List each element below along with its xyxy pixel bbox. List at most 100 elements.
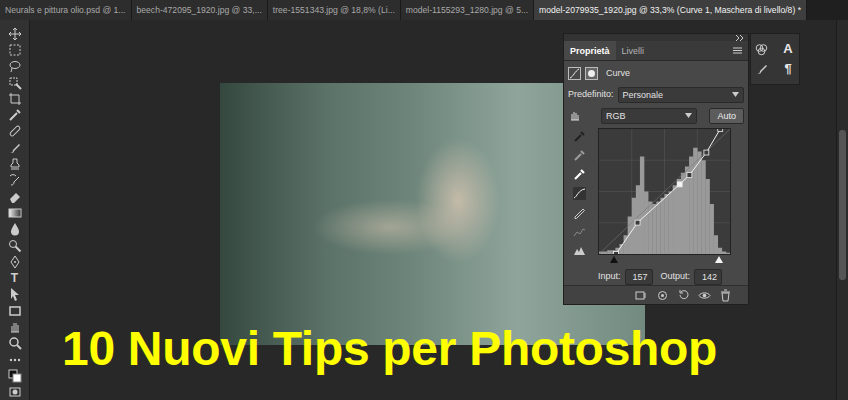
panel-top-bar: [564, 34, 748, 41]
crop-tool[interactable]: [4, 91, 26, 106]
document-tab[interactable]: model-2079935_1920.jpg @ 33,3% (Curve 1,…: [534, 0, 807, 20]
vertical-scrollbar[interactable]: [836, 20, 848, 400]
rectangle-tool[interactable]: [4, 303, 26, 318]
path-select-tool[interactable]: [4, 287, 26, 302]
adjustment-label: Curve: [606, 67, 630, 81]
auto-button[interactable]: Auto: [709, 108, 744, 124]
panel-menu-icon[interactable]: [731, 44, 744, 57]
curve-line[interactable]: [616, 129, 720, 254]
channel-value: RGB: [606, 110, 685, 122]
curve-point[interactable]: [613, 252, 618, 255]
output-field[interactable]: 142: [694, 269, 722, 285]
blur-tool[interactable]: [4, 222, 26, 237]
hand-tool[interactable]: [4, 319, 26, 334]
output-label: Output:: [661, 270, 691, 284]
collapse-icon[interactable]: [735, 35, 744, 41]
pencil-icon[interactable]: [573, 206, 586, 219]
stamp-tool[interactable]: [4, 156, 26, 171]
curve-point[interactable]: [677, 182, 682, 187]
eyedropper-tool-icon: [8, 108, 22, 122]
curve-graph[interactable]: [598, 128, 731, 255]
input-field[interactable]: 157: [625, 269, 653, 285]
histogram-bar: [697, 152, 701, 255]
histogram-bar: [726, 253, 730, 254]
curve-point[interactable]: [687, 173, 692, 178]
histogram-bar: [660, 198, 664, 254]
quick-mask[interactable]: [4, 385, 26, 400]
path-select-tool-icon: [8, 287, 22, 301]
white-point-slider[interactable]: [715, 256, 723, 263]
channel-row: RGB Auto: [568, 107, 744, 124]
pen-tool[interactable]: [4, 254, 26, 269]
quick-mask-icon: [8, 385, 22, 399]
curve-point-tool-icon[interactable]: [573, 187, 586, 200]
document-tab[interactable]: beech-472095_1920.jpg @ 33,...: [132, 0, 268, 20]
white-eyedropper-icon[interactable]: [573, 168, 586, 181]
brush-tool-icon: [8, 141, 22, 155]
view-previous-icon[interactable]: [656, 289, 669, 302]
more-tools[interactable]: [4, 352, 26, 367]
black-eyedropper-icon[interactable]: [573, 130, 586, 143]
curve-point[interactable]: [635, 221, 640, 226]
toolbar: T: [0, 20, 30, 400]
panel-tab[interactable]: Livelli: [616, 41, 651, 60]
clipping-warning-icon[interactable]: [573, 244, 586, 257]
zoom-tool[interactable]: [4, 336, 26, 351]
visibility-icon[interactable]: [698, 289, 711, 302]
document-tab[interactable]: model-1155293_1280.jpg @ 5...: [401, 0, 534, 20]
brush-tool[interactable]: [4, 140, 26, 155]
overlay-title: 10 Nuovi Tips per Photoshop: [62, 323, 717, 376]
mask-icon[interactable]: [585, 67, 598, 80]
preset-label: Predefinito:: [568, 88, 614, 102]
stamp-tool-icon: [8, 157, 22, 171]
channel-select[interactable]: RGB: [601, 108, 697, 124]
more-tools-icon: [8, 353, 22, 367]
histogram-bar: [718, 248, 722, 254]
healing-tool-icon: [8, 124, 22, 138]
properties-panel: ProprietàLivelli Curve Predefinito: Pers…: [563, 33, 749, 305]
black-point-slider[interactable]: [610, 256, 618, 263]
curve-point[interactable]: [704, 150, 709, 155]
clip-to-layer-icon[interactable]: [635, 289, 648, 302]
character-panel-button[interactable]: A: [781, 42, 795, 56]
side-panel-dock: A ¶: [750, 33, 800, 85]
adjustment-row: Curve: [568, 65, 744, 82]
histogram-bar: [685, 167, 689, 255]
histogram-bar: [640, 157, 644, 255]
input-label: Input:: [598, 270, 621, 284]
scroll-thumb[interactable]: [839, 130, 846, 280]
color-swatches[interactable]: [4, 368, 26, 383]
type-tool[interactable]: T: [4, 270, 26, 285]
lasso-tool[interactable]: [4, 59, 26, 74]
rectangle-tool-icon: [8, 304, 22, 318]
curve-point[interactable]: [718, 128, 723, 131]
dropdown-caret-icon: [685, 113, 692, 118]
brush-icon[interactable]: [755, 63, 768, 76]
smooth-icon[interactable]: [573, 225, 586, 238]
quick-select-tool[interactable]: [4, 75, 26, 90]
healing-tool[interactable]: [4, 124, 26, 139]
marquee-tool[interactable]: [4, 42, 26, 57]
panel-tab[interactable]: Proprietà: [564, 41, 616, 60]
lasso-tool-icon: [8, 59, 22, 73]
histogram-bar: [714, 236, 718, 255]
eraser-tool[interactable]: [4, 189, 26, 204]
hand-adjust-icon[interactable]: [568, 109, 581, 122]
move-tool[interactable]: [4, 26, 26, 41]
eyedropper-tool[interactable]: [4, 107, 26, 122]
reset-icon[interactable]: [677, 289, 690, 302]
paragraph-panel-button[interactable]: ¶: [781, 62, 795, 76]
document-tab[interactable]: tree-1551343.jpg @ 18,8% (Li...: [268, 0, 401, 20]
preset-value: Personale: [623, 89, 732, 101]
preset-select[interactable]: Personale: [618, 87, 744, 103]
trash-icon[interactable]: [719, 289, 732, 302]
gray-eyedropper-icon[interactable]: [573, 149, 586, 162]
dodge-tool[interactable]: [4, 238, 26, 253]
curve-tools: [568, 128, 590, 264]
history-brush-tool[interactable]: [4, 173, 26, 188]
curves-adjustment-icon[interactable]: [568, 67, 581, 80]
zoom-tool-icon: [8, 336, 22, 350]
document-tab[interactable]: Neurals e pittura olio.psd @ 1...: [0, 0, 132, 20]
color-icon[interactable]: [755, 43, 768, 56]
gradient-tool[interactable]: [4, 205, 26, 220]
